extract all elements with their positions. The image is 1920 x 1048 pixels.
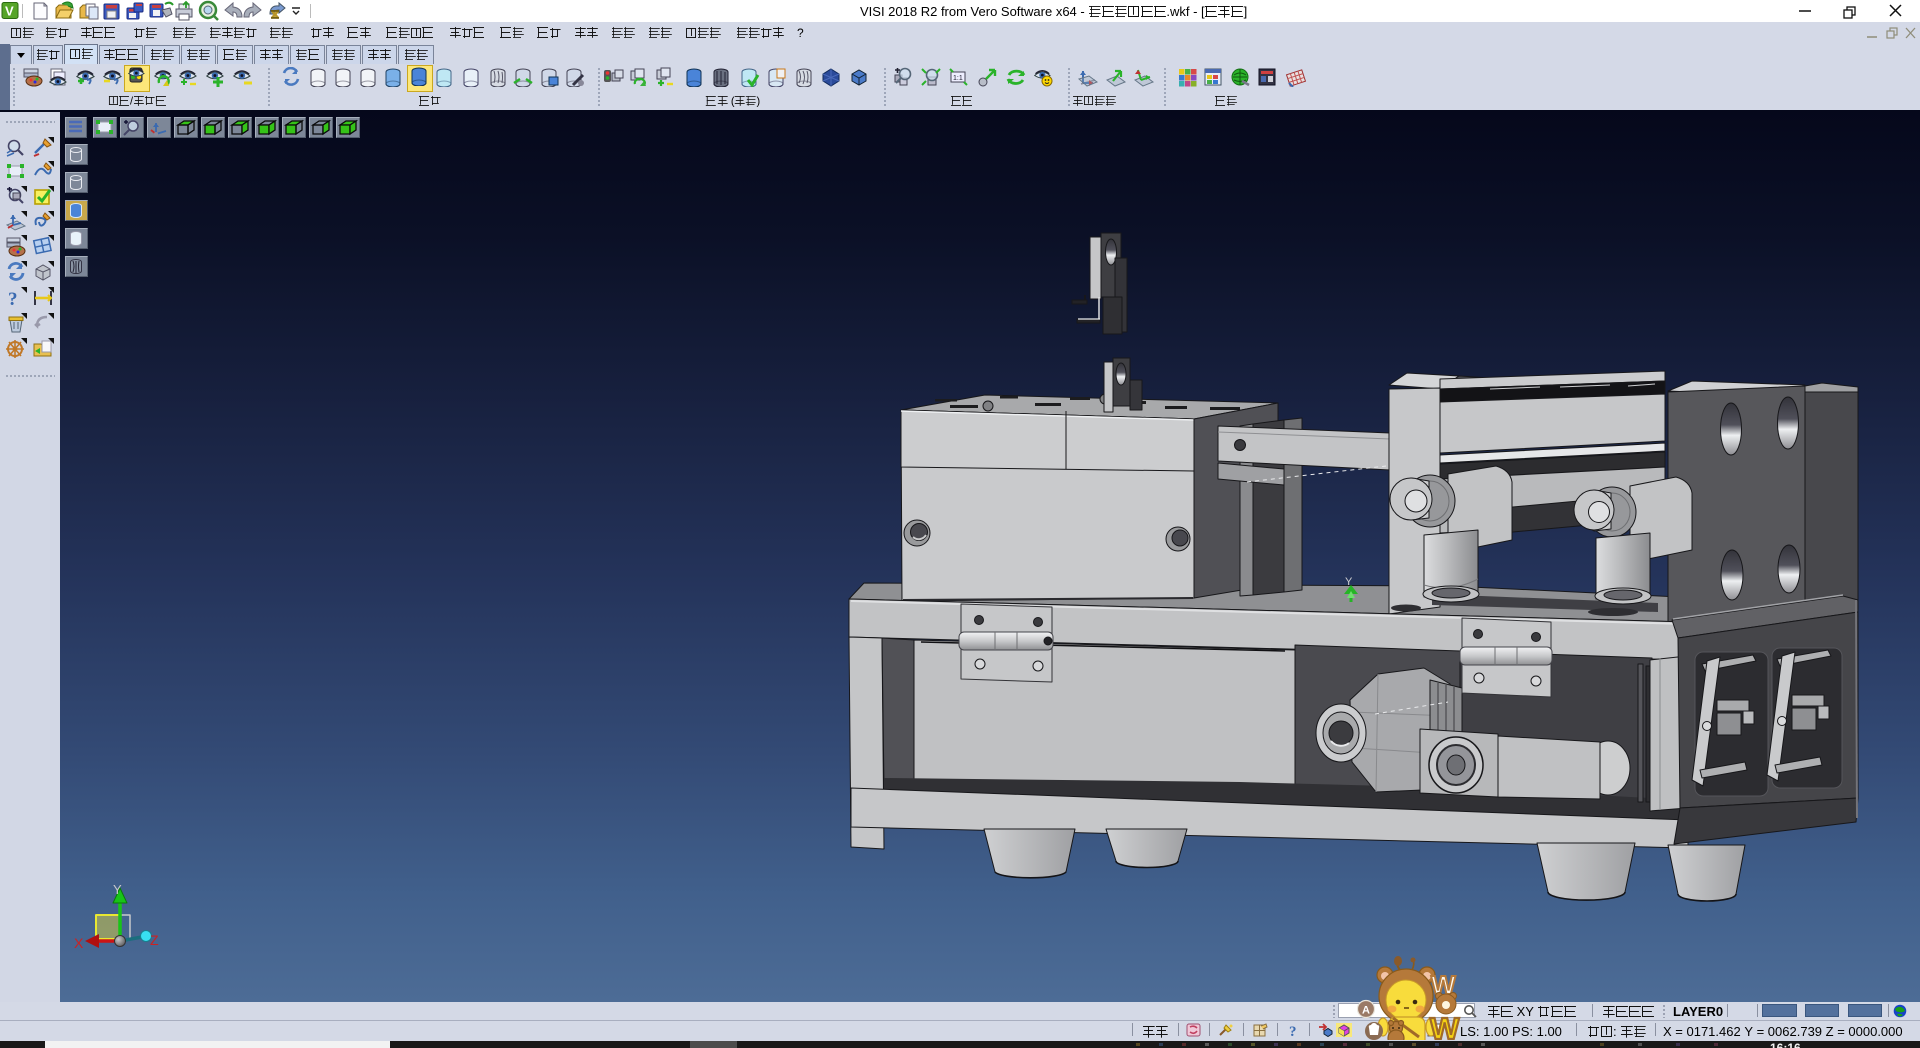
svg-text:W: W [1430,1011,1460,1040]
svg-text:Z: Z [150,932,159,948]
svg-text:?: ? [1289,1024,1297,1037]
svg-text:Y: Y [113,882,122,897]
svg-text:V: V [5,4,14,19]
svg-text:1:1: 1:1 [953,75,963,82]
svg-text:X: X [74,935,84,951]
svg-text:?: ? [8,289,18,309]
svg-text:A: A [1362,1005,1370,1017]
